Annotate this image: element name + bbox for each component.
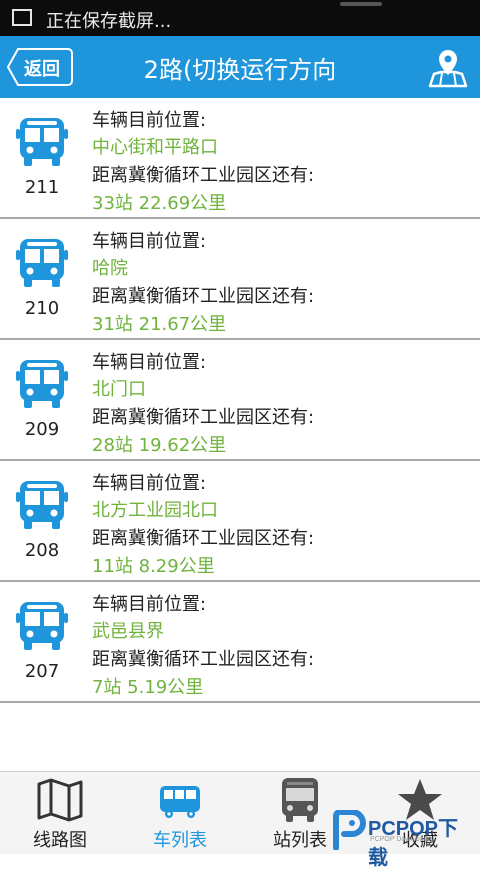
bus-number: 208 xyxy=(24,540,60,561)
distance-label: 距离冀衡循环工业园区还有: xyxy=(92,286,315,307)
current-location: 武邑县界 xyxy=(92,621,164,642)
position-label: 车辆目前位置: xyxy=(92,594,207,615)
app-header: 返回 2路(切换运行方向 xyxy=(0,36,480,98)
tab-route-map[interactable]: 线路图 xyxy=(0,772,120,854)
tab-vehicle-list[interactable]: 车列表 xyxy=(120,772,240,854)
tab-label: 线路图 xyxy=(33,830,87,851)
remaining-distance: 7站 5.19公里 xyxy=(92,677,204,698)
current-location: 北门口 xyxy=(92,379,146,400)
status-bar: 正在保存截屏... xyxy=(0,0,480,36)
current-location: 中心街和平路口 xyxy=(92,137,218,158)
list-item[interactable]: 211 车辆目前位置: 中心街和平路口 距离冀衡循环工业园区还有: 33站 22… xyxy=(0,98,480,219)
list-item[interactable]: 208 车辆目前位置: 北方工业园北口 距离冀衡循环工业园区还有: 11站 8.… xyxy=(0,461,480,582)
map-pin-button[interactable] xyxy=(426,46,470,90)
bus-number: 207 xyxy=(24,661,60,682)
map-pin-icon xyxy=(428,50,468,88)
current-location: 哈院 xyxy=(92,258,128,279)
page-title[interactable]: 2路(切换运行方向 xyxy=(0,50,480,85)
bus-icon xyxy=(16,360,68,408)
distance-label: 距离冀衡循环工业园区还有: xyxy=(92,165,315,186)
bus-number: 209 xyxy=(24,419,60,440)
list-item[interactable]: 209 车辆目前位置: 北门口 距离冀衡循环工业园区还有: 28站 19.62公… xyxy=(0,340,480,461)
position-label: 车辆目前位置: xyxy=(92,352,207,373)
bus-icon xyxy=(16,602,68,650)
position-label: 车辆目前位置: xyxy=(92,110,207,131)
map-icon xyxy=(37,778,83,822)
bus-icon xyxy=(16,481,68,529)
vehicle-list: 211 车辆目前位置: 中心街和平路口 距离冀衡循环工业园区还有: 33站 22… xyxy=(0,98,480,703)
position-label: 车辆目前位置: xyxy=(92,473,207,494)
remaining-distance: 11站 8.29公里 xyxy=(92,556,215,577)
status-notification-text: 正在保存截屏... xyxy=(46,11,172,32)
remaining-distance: 33站 22.69公里 xyxy=(92,193,227,214)
tab-label: 车列表 xyxy=(153,830,207,851)
bus-front-icon xyxy=(282,778,318,822)
pcpop-logo-icon xyxy=(333,810,366,850)
watermark-subtext: PCPOP Download xyxy=(370,836,428,843)
list-item[interactable]: 207 车辆目前位置: 武邑县界 距离冀衡循环工业园区还有: 7站 5.19公里 xyxy=(0,582,480,703)
bus-icon xyxy=(16,118,68,166)
image-icon xyxy=(12,9,32,26)
distance-label: 距离冀衡循环工业园区还有: xyxy=(92,407,315,428)
list-item[interactable]: 210 车辆目前位置: 哈院 距离冀衡循环工业园区还有: 31站 21.67公里 xyxy=(0,219,480,340)
watermark-logo: PCPOP下载 PCPOP Download xyxy=(330,808,478,869)
current-location: 北方工业园北口 xyxy=(92,500,218,521)
bus-icon xyxy=(160,786,200,818)
bus-number: 211 xyxy=(24,177,60,198)
remaining-distance: 28站 19.62公里 xyxy=(92,435,227,456)
bus-number: 210 xyxy=(24,298,60,319)
status-indicator-icon xyxy=(340,2,382,6)
distance-label: 距离冀衡循环工业园区还有: xyxy=(92,649,315,670)
remaining-distance: 31站 21.67公里 xyxy=(92,314,227,335)
distance-label: 距离冀衡循环工业园区还有: xyxy=(92,528,315,549)
position-label: 车辆目前位置: xyxy=(92,231,207,252)
bus-icon xyxy=(16,239,68,287)
